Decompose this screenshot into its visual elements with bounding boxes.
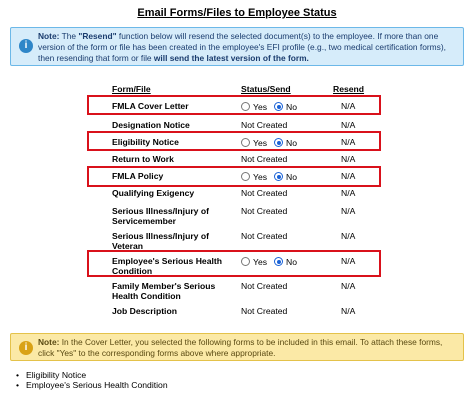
warn-note-text: In the Cover Letter, you selected the fo… — [38, 337, 443, 358]
list-item: Eligibility Notice — [16, 370, 168, 380]
info-note-emphasis: will send the latest version of the form… — [153, 53, 309, 63]
resend-value: N/A — [341, 206, 356, 216]
column-header-form: Form/File — [112, 84, 151, 94]
resend-value: N/A — [341, 306, 356, 316]
page-title: Email Forms/Files to Employee Status — [137, 7, 337, 19]
status-text: Not Created — [241, 188, 288, 198]
resend-value: N/A — [341, 188, 356, 198]
column-header-status: Status/Send — [241, 84, 291, 94]
status-text: Not Created — [241, 306, 288, 316]
highlight-box — [87, 131, 381, 151]
status-text: Not Created — [241, 206, 288, 216]
status-text: Not Created — [241, 120, 288, 130]
status-text: Not Created — [241, 281, 288, 291]
info-note-label: Note: — [38, 31, 60, 41]
list-item: Employee's Serious Health Condition — [16, 380, 168, 390]
resend-value: N/A — [341, 231, 356, 241]
status-text: Not Created — [241, 231, 288, 241]
resend-info-note: i Note: The "Resend" function below will… — [10, 27, 464, 66]
form-name: Serious Illness/Injury of Veteran — [112, 231, 209, 251]
resend-value: N/A — [341, 281, 356, 291]
column-header-resend: Resend — [333, 84, 365, 94]
info-circle-icon: i — [19, 39, 33, 53]
highlight-box — [87, 95, 381, 115]
highlight-box — [87, 250, 381, 277]
highlight-box — [87, 166, 381, 187]
info-note-resend-word: "Resend" — [78, 31, 117, 41]
info-circle-icon: i — [19, 341, 33, 355]
form-name: Return to Work — [112, 154, 174, 164]
form-name: Designation Notice — [112, 120, 190, 130]
resend-value: N/A — [341, 154, 356, 164]
cover-letter-warning-note: i Note: In the Cover Letter, you selecte… — [10, 333, 464, 361]
warn-note-label: Note: — [38, 337, 60, 347]
resend-value: N/A — [341, 120, 356, 130]
form-name: Job Description — [112, 306, 177, 316]
form-name: Qualifying Exigency — [112, 188, 195, 198]
selected-forms-list: Eligibility NoticeEmployee's Serious Hea… — [16, 370, 168, 390]
form-name: Serious Illness/Injury of Servicemember — [112, 206, 209, 226]
form-name: Family Member's Serious Health Condition — [112, 281, 216, 301]
status-text: Not Created — [241, 154, 288, 164]
info-note-text-1: The — [59, 31, 79, 41]
